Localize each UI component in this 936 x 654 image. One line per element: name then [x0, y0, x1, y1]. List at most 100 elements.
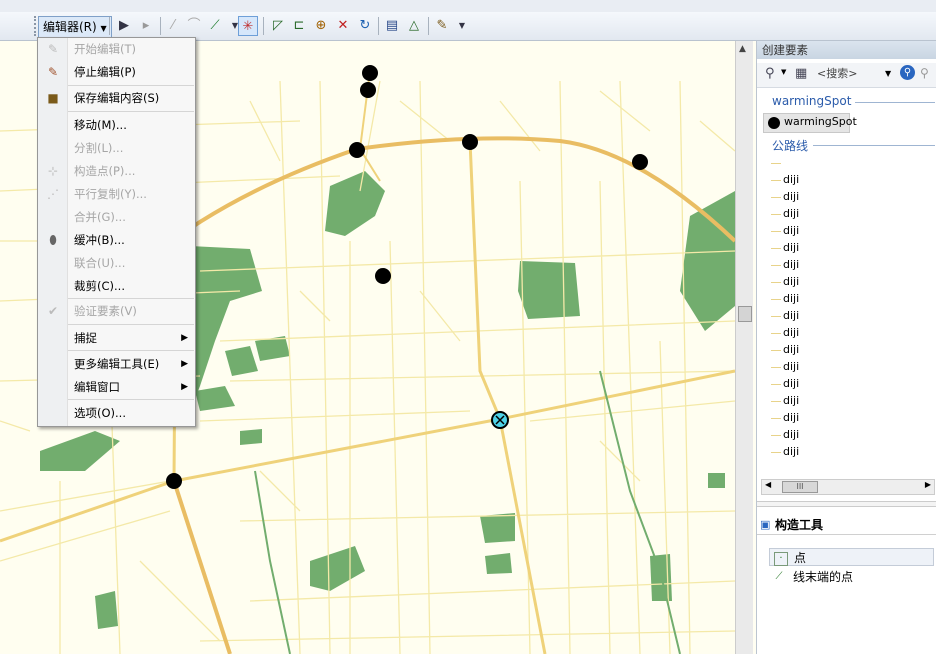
- filter-icon[interactable]: ⚲: [765, 66, 775, 81]
- buffer-icon: ⬮: [49, 233, 57, 247]
- line-symbol-icon: [771, 247, 781, 249]
- menu-item-construct-points[interactable]: ⊹ 构造点(P)...: [38, 160, 195, 182]
- green-area: [310, 546, 365, 591]
- editor-menu-button[interactable]: 编辑器(R) ▼: [38, 16, 112, 38]
- road-template-item[interactable]: diji: [771, 324, 799, 341]
- menu-item-buffer[interactable]: ⬮ 缓冲(B)...: [38, 229, 195, 251]
- menu-item-save-edits[interactable]: ■ 保存编辑内容(S): [38, 87, 195, 109]
- road-template-item[interactable]: diji: [771, 341, 799, 358]
- clear-search-icon[interactable]: ⚲: [920, 66, 929, 80]
- warming-spot-point[interactable]: [632, 154, 648, 170]
- cut-polygon-icon[interactable]: ⊏: [289, 16, 309, 36]
- selected-warming-spot[interactable]: [491, 411, 509, 429]
- template-label: warmingSpot: [784, 115, 857, 128]
- menu-item-stop-editing[interactable]: ✎ 停止编辑(P): [38, 61, 195, 83]
- road-template-item[interactable]: diji: [771, 290, 799, 307]
- road-template-item[interactable]: diji: [771, 188, 799, 205]
- scroll-thumb[interactable]: [738, 306, 752, 322]
- menu-item-label: 保存编辑内容(S): [74, 91, 160, 105]
- menu-item-start-editing[interactable]: ✎ 开始编辑(T): [38, 38, 195, 60]
- road-template-item[interactable]: diji: [771, 307, 799, 324]
- edit-tool-icon[interactable]: ▶: [114, 16, 134, 36]
- chevron-down-icon[interactable]: ▼: [781, 68, 786, 76]
- menu-item-split[interactable]: 分割(L)...: [38, 137, 195, 159]
- scroll-right-icon[interactable]: ▶: [925, 480, 931, 489]
- warming-spot-point[interactable]: [360, 82, 376, 98]
- road-template-item[interactable]: diji: [771, 222, 799, 239]
- panel-splitter[interactable]: [757, 501, 936, 507]
- create-features-icon[interactable]: ✎: [432, 16, 452, 36]
- road-template-item[interactable]: [771, 154, 783, 171]
- road-template-label: diji: [783, 258, 800, 271]
- warming-spot-point[interactable]: [462, 134, 478, 150]
- menu-item-snapping[interactable]: 捕捉 ▶: [38, 327, 195, 349]
- road-template-item[interactable]: diji: [771, 426, 799, 443]
- river: [254, 470, 291, 654]
- menu-item-label: 平行复制(Y)...: [74, 187, 147, 201]
- edit-vertices-icon[interactable]: ↻: [355, 16, 375, 36]
- road-template-item[interactable]: diji: [771, 205, 799, 222]
- road-template-item[interactable]: diji: [771, 239, 799, 256]
- split-tool-icon[interactable]: ⊕: [311, 16, 331, 36]
- menu-item-options[interactable]: 选项(O)...: [38, 402, 195, 424]
- line-symbol-icon: [771, 366, 781, 368]
- scroll-up-icon[interactable]: ▲: [739, 44, 746, 54]
- menu-item-more-editing-tools[interactable]: 更多编辑工具(E) ▶: [38, 353, 195, 375]
- stop-edit-icon: ✎: [47, 65, 59, 79]
- road-template-label: diji: [783, 207, 800, 220]
- road-template-item[interactable]: diji: [771, 375, 799, 392]
- menu-item-label: 移动(M)...: [74, 118, 127, 132]
- search-icon[interactable]: ⚲: [900, 65, 915, 80]
- warming-spot-point[interactable]: [375, 268, 391, 284]
- map-vertical-scrollbar[interactable]: ▲: [735, 41, 753, 654]
- panel-horizontal-scrollbar[interactable]: ◀ III ▶: [761, 479, 935, 495]
- menu-item-label: 开始编辑(T): [74, 42, 136, 56]
- road-template-label: diji: [783, 445, 800, 458]
- line-symbol-icon: [771, 264, 781, 266]
- template-warmingspot[interactable]: warmingSpot: [763, 113, 857, 133]
- rotate-icon[interactable]: ✕: [333, 16, 353, 36]
- menu-item-label: 裁剪(C)...: [74, 279, 125, 293]
- menu-item-editing-windows[interactable]: 编辑窗口 ▶: [38, 376, 195, 398]
- warming-spot-point[interactable]: [349, 142, 365, 158]
- menu-item-clip[interactable]: 裁剪(C)...: [38, 275, 195, 297]
- warming-spot-point[interactable]: [166, 473, 182, 489]
- road-template-item[interactable]: diji: [771, 171, 799, 188]
- snap-target-icon[interactable]: ✳: [238, 16, 258, 36]
- menu-item-copy-parallel[interactable]: ⋰ 平行复制(Y)...: [38, 183, 195, 205]
- road-template-label: diji: [783, 377, 800, 390]
- green-area: [325, 171, 385, 236]
- menu-item-move[interactable]: 移动(M)...: [38, 114, 195, 136]
- menu-item-union[interactable]: 联合(U)...: [38, 252, 195, 274]
- line-symbol-icon: [771, 417, 781, 419]
- road-template-item[interactable]: diji: [771, 443, 799, 460]
- line-sketch-icon[interactable]: ⟋: [205, 16, 225, 36]
- road-template-item[interactable]: diji: [771, 409, 799, 426]
- template-toolbar: ⚲ ▼ ▦ <搜索> ▼ ⚲ ⚲: [757, 63, 936, 88]
- menu-item-validate-features[interactable]: ✔ 验证要素(V): [38, 300, 195, 322]
- road-template-item[interactable]: diji: [771, 256, 799, 273]
- edit-annotation-icon[interactable]: ▸: [136, 16, 156, 36]
- warming-spot-point[interactable]: [362, 65, 378, 81]
- green-area: [518, 261, 580, 319]
- organize-templates-icon[interactable]: ▦: [795, 66, 807, 81]
- straight-segment-icon[interactable]: ⁄: [163, 16, 183, 36]
- construct-tool-end-of-line[interactable]: ⟋ 线末端的点: [769, 568, 934, 586]
- scroll-left-icon[interactable]: ◀: [765, 480, 771, 489]
- construct-tool-label: 线末端的点: [793, 570, 854, 584]
- construct-tool-point[interactable]: · 点: [769, 548, 934, 566]
- submenu-arrow-icon: ▶: [181, 359, 188, 369]
- attributes-icon[interactable]: ▤: [382, 16, 402, 36]
- road-template-item[interactable]: diji: [771, 358, 799, 375]
- menu-item-merge[interactable]: 合并(G)...: [38, 206, 195, 228]
- chevron-down-icon[interactable]: ▼: [885, 69, 891, 78]
- chevron-down-icon[interactable]: ▼: [452, 16, 472, 36]
- template-search-input[interactable]: <搜索>: [817, 66, 895, 82]
- road-template-item[interactable]: diji: [771, 392, 799, 409]
- road-template-item[interactable]: diji: [771, 273, 799, 290]
- reshape-feature-icon[interactable]: ◸: [268, 16, 288, 36]
- submenu-arrow-icon: ▶: [181, 333, 188, 343]
- scroll-thumb[interactable]: III: [782, 481, 818, 493]
- sketch-properties-icon[interactable]: △: [404, 16, 424, 36]
- end-point-arc-icon[interactable]: ⌒: [184, 16, 204, 36]
